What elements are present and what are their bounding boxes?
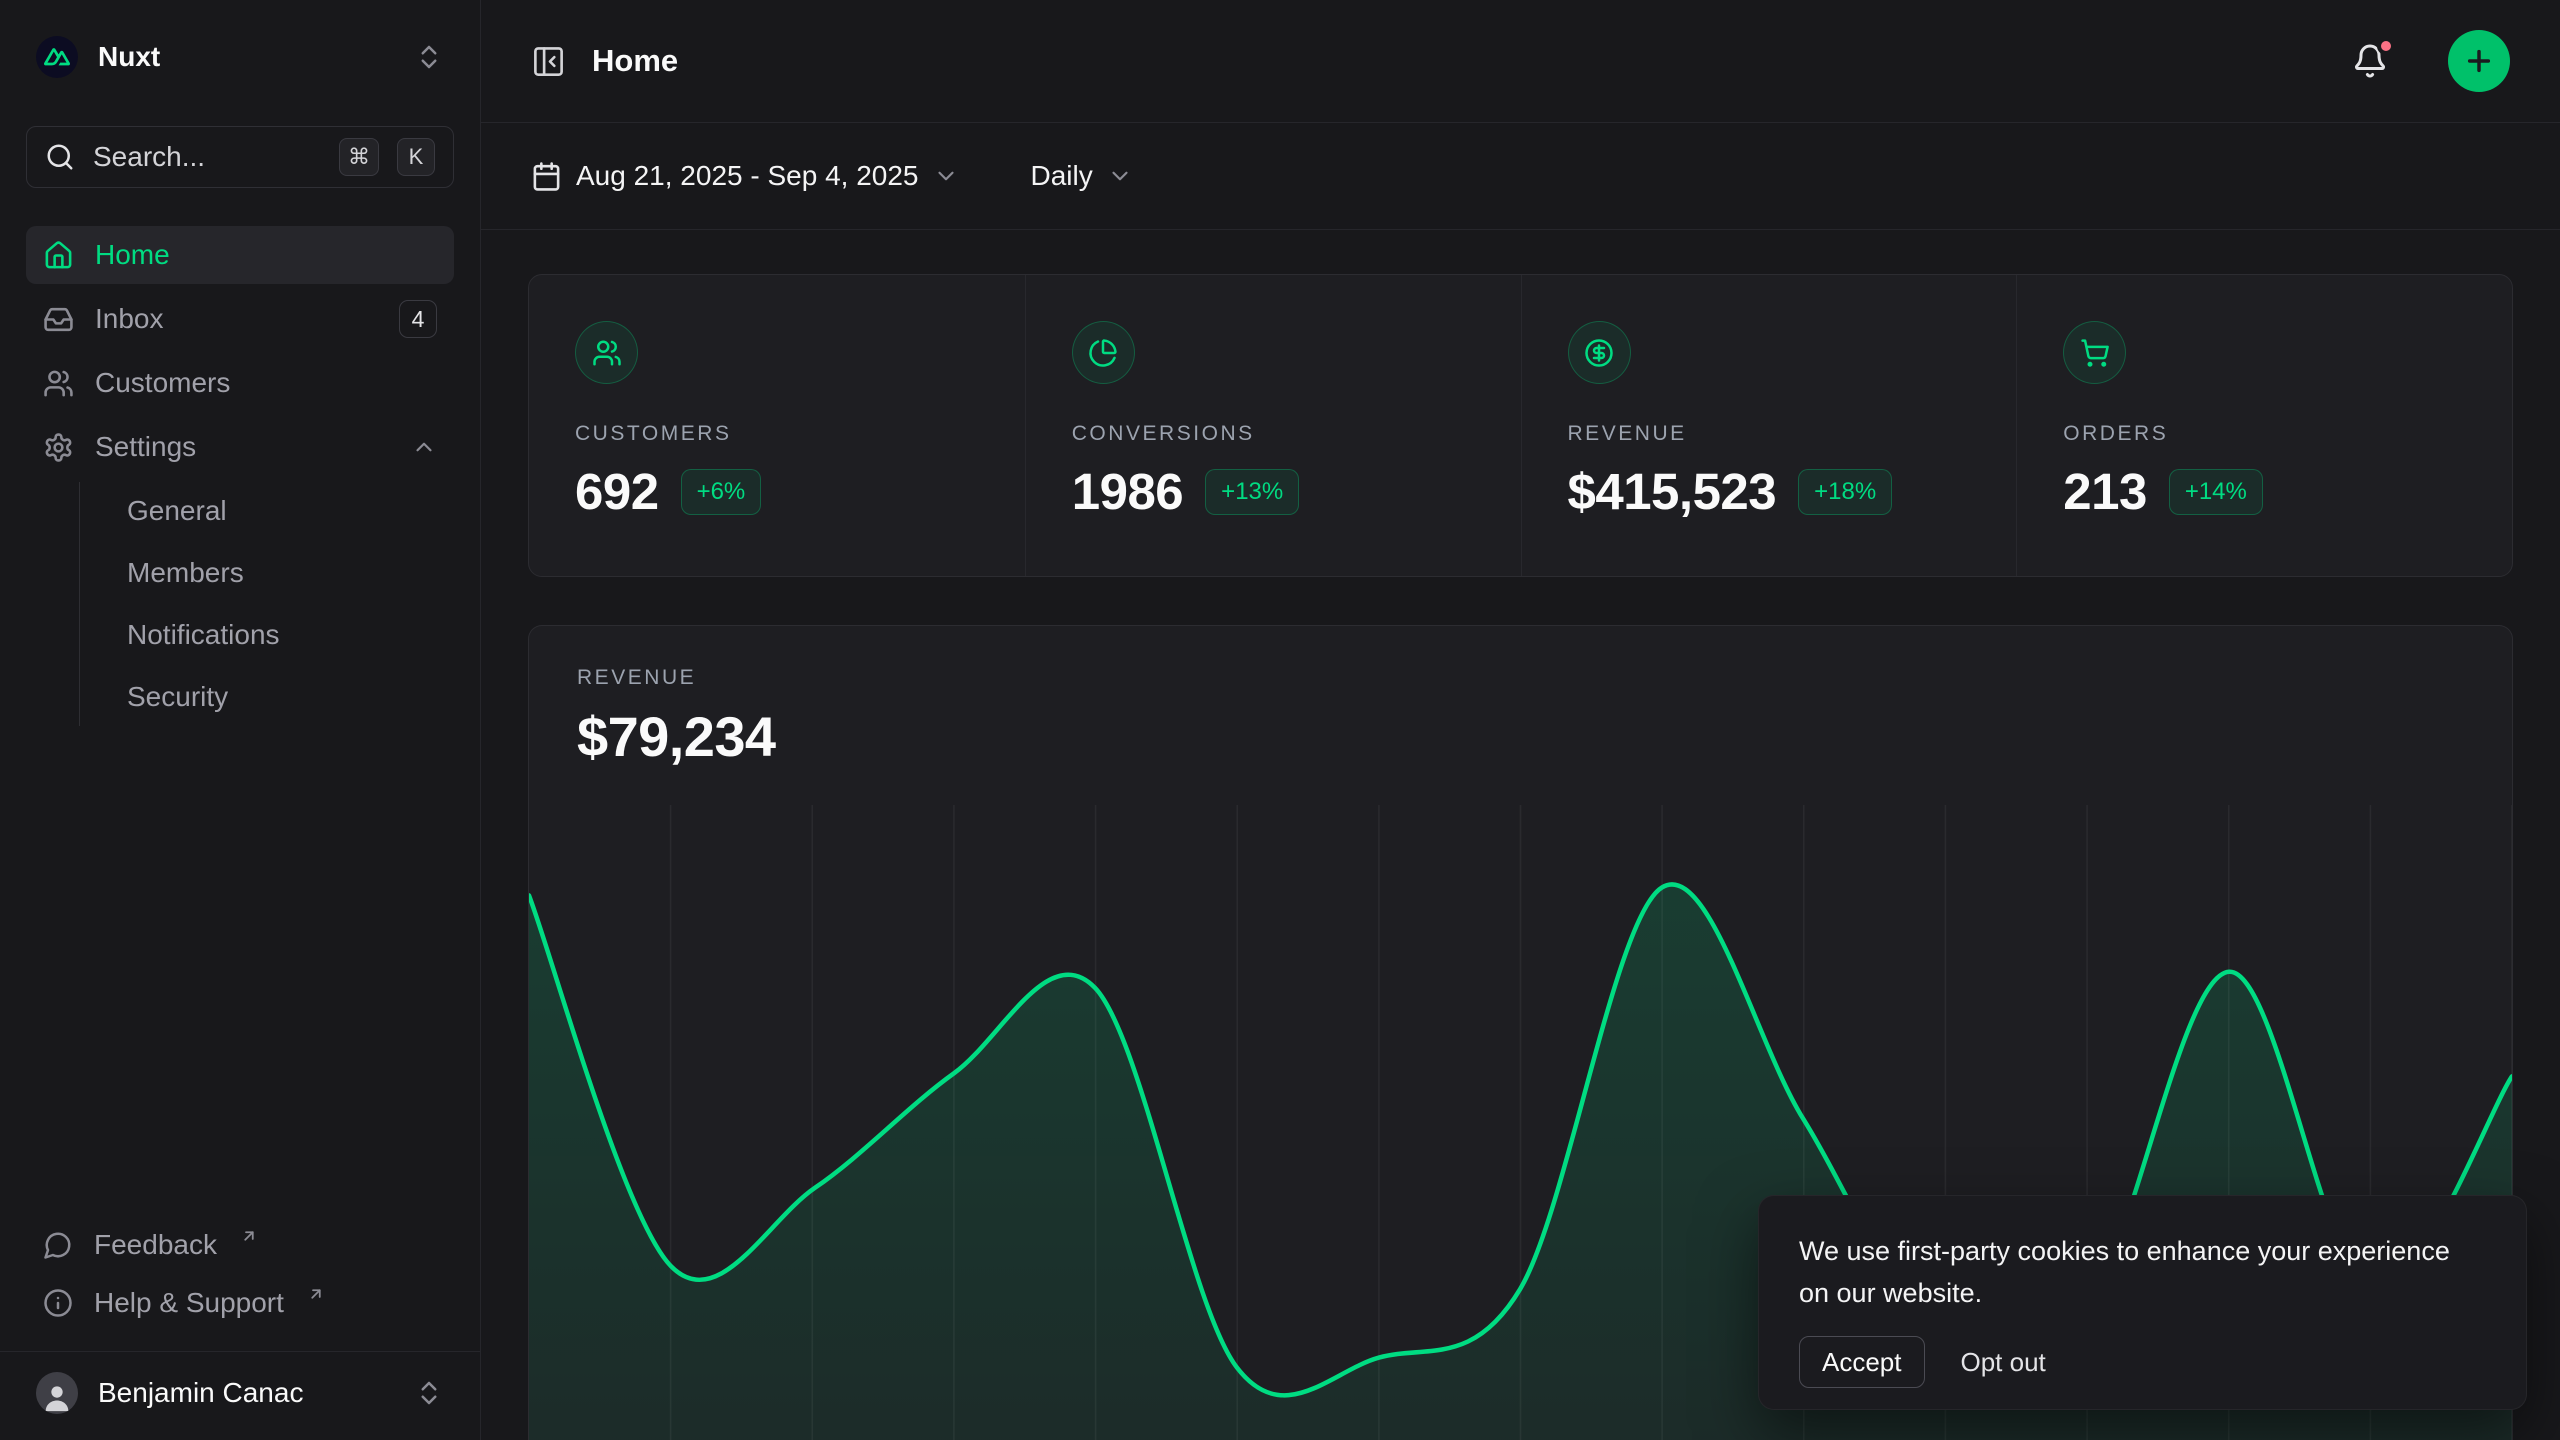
- sidebar-item-general[interactable]: General: [80, 482, 454, 540]
- inbox-icon: [43, 304, 74, 335]
- sidebar-item-security[interactable]: Security: [80, 668, 454, 726]
- nuxt-logo-icon: [44, 48, 70, 66]
- stat-value: 1986: [1072, 462, 1183, 521]
- sidebar-item-members[interactable]: Members: [80, 544, 454, 602]
- revenue-chart-label: REVENUE: [577, 666, 2464, 690]
- chevrons-up-down-icon: [414, 1378, 444, 1408]
- optout-cookies-button[interactable]: Opt out: [1961, 1347, 2046, 1378]
- sidebar-footer: Feedback Help & Support: [26, 1217, 454, 1333]
- search-placeholder: Search...: [93, 141, 321, 173]
- subnav-label: General: [127, 495, 437, 527]
- feedback-link[interactable]: Feedback: [26, 1217, 454, 1273]
- filters-toolbar: Aug 21, 2025 - Sep 4, 2025 Daily: [481, 123, 2560, 230]
- gear-icon: [43, 432, 74, 463]
- main-area: Home Aug 21, 2025 - Sep 4, 2025 Daily: [481, 0, 2560, 1440]
- page-header: Home: [481, 0, 2560, 123]
- feedback-label: Feedback: [94, 1229, 217, 1261]
- granularity-value: Daily: [1031, 160, 1093, 192]
- settings-subnav: General Members Notifications Security: [79, 482, 454, 726]
- revenue-chart-header: REVENUE $79,234: [529, 626, 2512, 769]
- cookie-consent-toast: We use first-party cookies to enhance yo…: [1758, 1195, 2527, 1410]
- chevron-down-icon: [933, 163, 959, 189]
- stat-label: CUSTOMERS: [575, 422, 979, 446]
- stat-value: $415,523: [1568, 462, 1777, 521]
- sidebar-item-notifications[interactable]: Notifications: [80, 606, 454, 664]
- help-support-label: Help & Support: [94, 1287, 284, 1319]
- stat-value: 692: [575, 462, 659, 521]
- users-icon: [575, 321, 638, 384]
- sidebar-item-label: Home: [95, 239, 437, 271]
- panel-left-close-icon[interactable]: [531, 44, 566, 79]
- subnav-label: Members: [127, 557, 437, 589]
- avatar: [36, 1372, 78, 1414]
- home-icon: [43, 240, 74, 271]
- calendar-icon: [531, 161, 562, 192]
- stat-label: ORDERS: [2063, 422, 2466, 446]
- user-name: Benjamin Canac: [98, 1377, 394, 1409]
- add-button[interactable]: [2448, 30, 2510, 92]
- accept-cookies-button[interactable]: Accept: [1799, 1336, 1925, 1388]
- stat-delta-badge: +18%: [1798, 469, 1892, 515]
- sidebar-item-customers[interactable]: Customers: [26, 354, 454, 412]
- sidebar-item-settings[interactable]: Settings: [26, 418, 454, 476]
- stat-delta-badge: +6%: [681, 469, 762, 515]
- app-root: Nuxt Search... ⌘ K Home Inbox 4 Customer…: [0, 0, 2560, 1440]
- chevron-up-icon: [411, 434, 437, 460]
- stat-revenue[interactable]: REVENUE $415,523 +18%: [1521, 275, 2017, 576]
- stat-value: 213: [2063, 462, 2147, 521]
- notification-dot: [2377, 37, 2395, 55]
- sidebar-item-label: Customers: [95, 367, 437, 399]
- plus-icon: [2463, 45, 2495, 77]
- users-icon: [43, 368, 74, 399]
- notifications-button[interactable]: [2352, 43, 2388, 79]
- user-menu[interactable]: Benjamin Canac: [26, 1352, 454, 1418]
- granularity-select[interactable]: Daily: [1031, 160, 1133, 192]
- stats-card: CUSTOMERS 692 +6% CONVERSIONS 1986 +13%: [528, 274, 2513, 577]
- subnav-label: Security: [127, 681, 437, 713]
- external-link-icon: [307, 1285, 325, 1303]
- help-support-link[interactable]: Help & Support: [26, 1275, 454, 1331]
- page-title: Home: [592, 43, 678, 79]
- stat-customers[interactable]: CUSTOMERS 692 +6%: [529, 275, 1025, 576]
- circle-dollar-icon: [1568, 321, 1631, 384]
- sidebar-item-label: Inbox: [95, 303, 378, 335]
- search-icon: [45, 142, 75, 172]
- stat-conversions[interactable]: CONVERSIONS 1986 +13%: [1025, 275, 1521, 576]
- inbox-count-badge: 4: [399, 300, 437, 338]
- stat-orders[interactable]: ORDERS 213 +14%: [2016, 275, 2512, 576]
- subnav-label: Notifications: [127, 619, 437, 651]
- date-range-value: Aug 21, 2025 - Sep 4, 2025: [576, 160, 919, 192]
- stat-delta-badge: +14%: [2169, 469, 2263, 515]
- chevrons-up-down-icon: [414, 42, 444, 72]
- sidebar: Nuxt Search... ⌘ K Home Inbox 4 Customer…: [0, 0, 481, 1440]
- revenue-chart-total: $79,234: [577, 704, 2464, 769]
- message-circle-icon: [43, 1230, 73, 1260]
- search-input[interactable]: Search... ⌘ K: [26, 126, 454, 188]
- stat-label: CONVERSIONS: [1072, 422, 1475, 446]
- team-name: Nuxt: [98, 41, 394, 73]
- sidebar-item-inbox[interactable]: Inbox 4: [26, 290, 454, 348]
- cookie-message: We use first-party cookies to enhance yo…: [1799, 1230, 2486, 1314]
- chevron-down-icon: [1107, 163, 1133, 189]
- sidebar-nav: Home Inbox 4 Customers Settings General …: [26, 226, 454, 730]
- shopping-cart-icon: [2063, 321, 2126, 384]
- pie-chart-icon: [1072, 321, 1135, 384]
- kbd-k: K: [397, 138, 435, 176]
- sidebar-item-home[interactable]: Home: [26, 226, 454, 284]
- stat-delta-badge: +13%: [1205, 469, 1299, 515]
- kbd-cmd: ⌘: [339, 138, 379, 176]
- stat-label: REVENUE: [1568, 422, 1971, 446]
- person-silhouette-icon: [40, 1380, 74, 1414]
- team-switcher[interactable]: Nuxt: [26, 28, 454, 86]
- sidebar-item-label: Settings: [95, 431, 390, 463]
- external-link-icon: [240, 1227, 258, 1245]
- nuxt-logo: [36, 36, 78, 78]
- info-circle-icon: [43, 1288, 73, 1318]
- date-range-picker[interactable]: Aug 21, 2025 - Sep 4, 2025: [531, 160, 959, 192]
